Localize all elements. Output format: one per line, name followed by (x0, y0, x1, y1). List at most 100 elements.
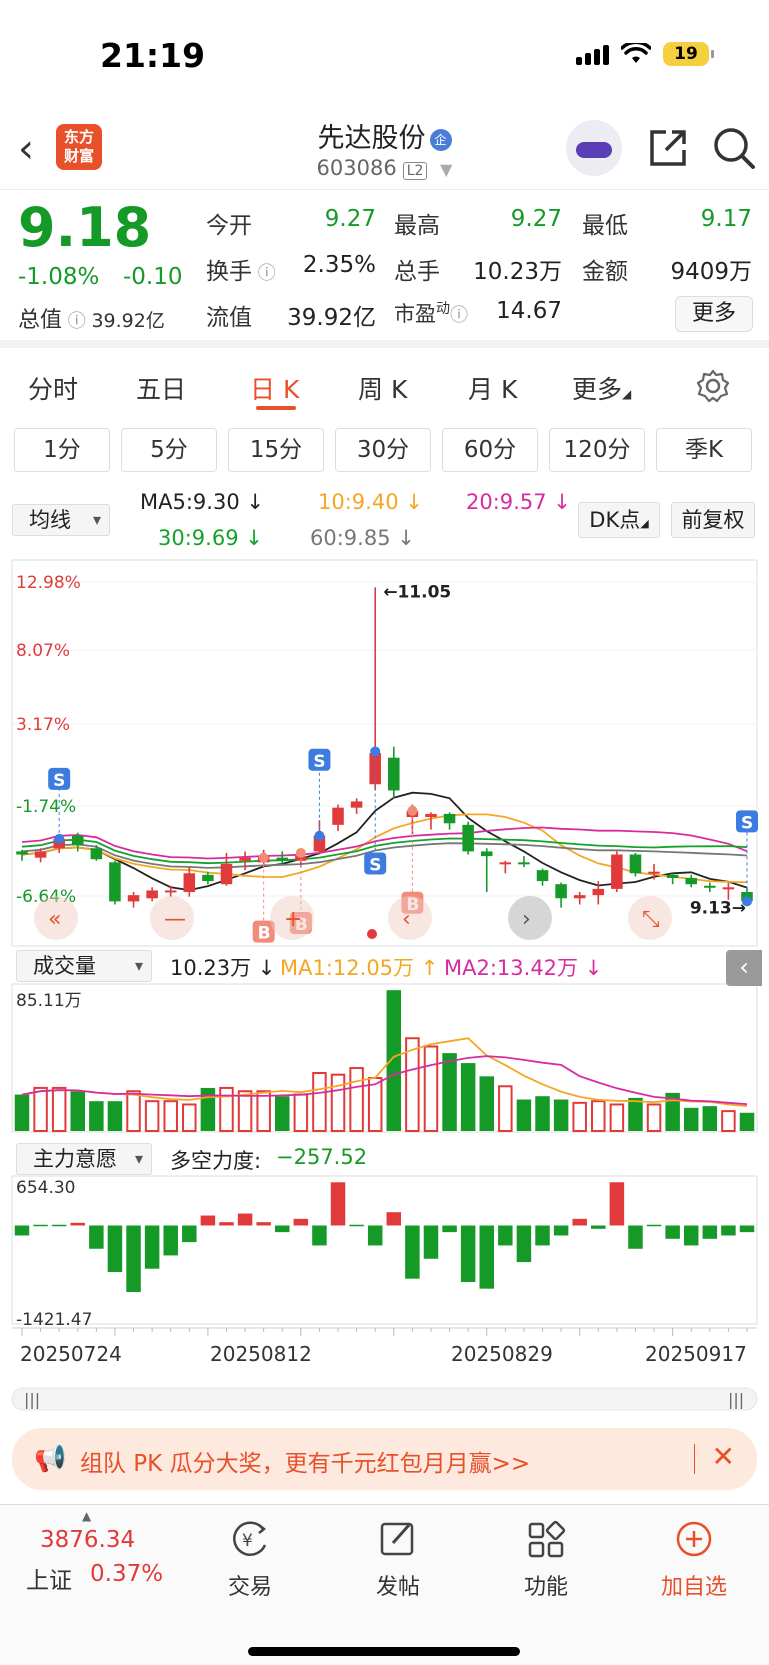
zhuli-bar (293, 1218, 309, 1226)
search-icon[interactable] (710, 124, 758, 172)
post-button[interactable]: 发帖 (338, 1519, 458, 1601)
volume-bar (739, 1112, 755, 1131)
compose-icon (380, 1522, 414, 1556)
subtab-15min[interactable]: 15分 (228, 428, 324, 472)
signal-label: S (53, 771, 65, 791)
volume-bar (89, 1101, 104, 1131)
kline-pct-labels: 12.98%8.07%3.17%-1.74%-6.64% (16, 573, 81, 907)
candle-body (629, 854, 642, 874)
high-label: 最高 (394, 213, 440, 239)
volume-frame (11, 983, 758, 1133)
pct-label: 3.17% (16, 715, 70, 735)
volume-bar (535, 1096, 550, 1131)
chart-area[interactable]: 12.98% 8.07% 3.17% -1.74% -6.64% ←11.05 9.13→… (0, 556, 769, 1416)
tab-rik[interactable]: 日 K (250, 370, 299, 406)
tab-more[interactable]: 更多◢ (572, 370, 631, 406)
candle-body (183, 873, 196, 893)
stock-header: ‹ 东方 财富 先达股份企 603086 L2 ▼ (0, 110, 769, 190)
volume-bar (498, 1085, 513, 1133)
post-label: 发帖 (375, 1575, 420, 1600)
signal-dot (370, 746, 381, 757)
candle-body (220, 863, 233, 885)
candle-body (685, 877, 697, 885)
subtab-30min[interactable]: 30分 (335, 428, 431, 472)
date-label: 20250724 (20, 1342, 122, 1366)
status-time: 21:19 (100, 36, 206, 75)
kline-marks: ←11.059.13→SSSSBBB (48, 582, 758, 944)
volume-bar (460, 1063, 476, 1131)
signal-label: S (369, 855, 381, 875)
kline-chart-svg[interactable]: 12.98%8.07%3.17%-1.74%-6.64% ←11.059.13→… (0, 556, 769, 1416)
expand-arrow-icon[interactable]: ▲ (82, 1509, 91, 1523)
zhuli-min-label: -1421.47 (16, 1310, 93, 1330)
volume-bar (144, 1100, 160, 1132)
share-icon[interactable] (644, 124, 692, 172)
zhuli-bar (572, 1218, 587, 1226)
turnover-value: 2.35% (302, 252, 376, 278)
ma-legend: 均线 MA5:9.30 ↓ 10:9.40 ↓ 20:9.57 ↓ 30:9.6… (0, 488, 769, 558)
zhuli-frame (11, 1175, 758, 1325)
trade-button[interactable]: ¥ 交易 (190, 1519, 310, 1601)
tab-fenshi[interactable]: 分时 (28, 370, 78, 406)
volume-bar (553, 1099, 569, 1131)
subtab-60min[interactable]: 60分 (442, 428, 538, 472)
volume-bar (14, 1094, 30, 1131)
candle-body (648, 871, 660, 874)
pe-label: 市盈动ⓘ (394, 301, 468, 326)
tab-yuek[interactable]: 月 K (468, 370, 517, 406)
dk-point-button[interactable]: DK点◢ (578, 502, 660, 538)
amount-value: 9409万 (670, 259, 752, 285)
zhuli-selector[interactable]: 主力意愿 (16, 1143, 152, 1175)
collapse-panel-button[interactable]: ‹ (726, 950, 762, 986)
settings-gear-icon[interactable] (695, 368, 731, 404)
volume-bar (200, 1087, 216, 1131)
volume-bar (237, 1090, 253, 1132)
ma-selector[interactable]: 均线 (12, 504, 110, 536)
wifi-icon (621, 43, 651, 63)
ma20-value: 20:9.57 ↓ (466, 490, 571, 514)
candle-body (127, 895, 140, 902)
zhuli-bar (516, 1225, 532, 1263)
candle-body (239, 857, 251, 861)
zhuli-value: −257.52 (276, 1145, 368, 1169)
volume-bar (609, 1103, 625, 1132)
candle-body (462, 824, 474, 852)
volume-bar (312, 1072, 327, 1133)
zhuli-bar (14, 1225, 30, 1236)
zhuli-bar (665, 1225, 680, 1239)
ma5-value: MA5:9.30 ↓ (140, 490, 264, 514)
subtab-quarter[interactable]: 季K (656, 428, 752, 472)
ma10-value: 10:9.40 ↓ (318, 490, 423, 514)
minute-tabs: 1分 5分 15分 30分 60分 120分 季K (14, 428, 752, 472)
index-name[interactable]: 上证 (26, 1561, 72, 1595)
candle-body (555, 884, 567, 899)
subtab-1min[interactable]: 1分 (14, 428, 110, 472)
zhuli-bar (330, 1182, 346, 1226)
close-icon[interactable]: ✕ (712, 1440, 735, 1473)
candle-body (388, 757, 400, 791)
tab-wuri[interactable]: 五日 (136, 370, 186, 406)
more-button[interactable]: 更多 (675, 296, 753, 332)
fuquan-button[interactable]: 前复权 (671, 502, 755, 538)
yuan-exchange-icon: ¥ (233, 1521, 267, 1556)
function-button[interactable]: 功能 (486, 1519, 606, 1601)
volume-selector[interactable]: 成交量 (16, 950, 152, 982)
tab-zhouk[interactable]: 周 K (358, 370, 407, 406)
volume-label: 总手 (394, 259, 440, 285)
index-pct[interactable]: 0.37% (90, 1561, 163, 1587)
assistant-avatar[interactable] (566, 120, 622, 176)
volume-bar (721, 1110, 736, 1133)
subtab-120min[interactable]: 120分 (549, 428, 645, 472)
home-indicator (248, 1647, 520, 1656)
promo-banner[interactable]: 📢 组队 PK 瓜分大奖，更有千元红包月月赢>> ✕ (12, 1428, 757, 1490)
index-value[interactable]: 3876.34 (40, 1527, 135, 1553)
add-watchlist-button[interactable]: 加自选 (634, 1519, 754, 1601)
candle-body (90, 848, 103, 860)
scroll-handle-left: ||| (24, 1390, 40, 1409)
zhuli-bar (405, 1225, 420, 1279)
promo-text[interactable]: 组队 PK 瓜分大奖，更有千元红包月月赢>> (80, 1444, 530, 1478)
turnover-label: 换手 ⓘ (206, 259, 276, 285)
info-icon: ⓘ (450, 305, 468, 326)
subtab-5min[interactable]: 5分 (121, 428, 217, 472)
candle-body (499, 862, 512, 865)
